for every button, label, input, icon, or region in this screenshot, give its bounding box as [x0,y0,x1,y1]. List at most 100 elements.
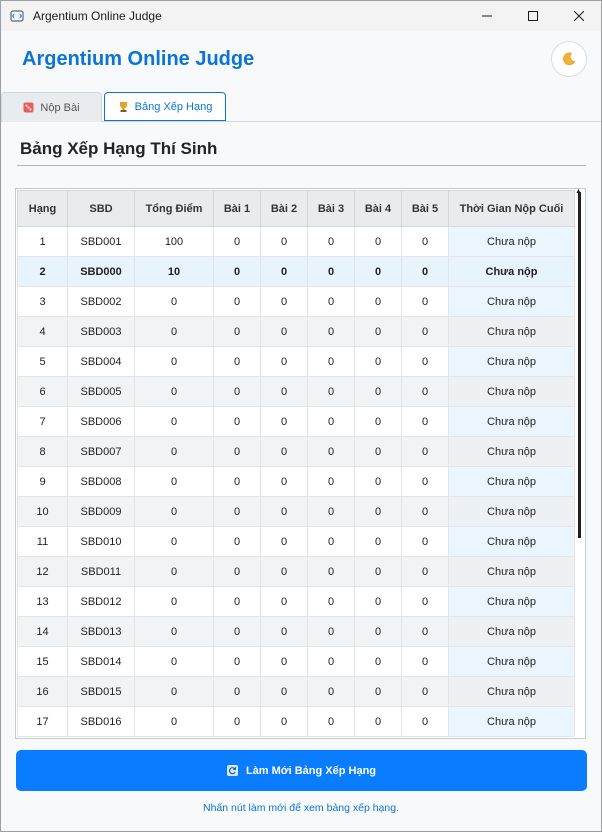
column-header[interactable]: Bài 4 [354,190,402,227]
table-row[interactable]: 12 SBD011 0 0 0 0 0 0 Chưa nộp [17,556,575,587]
table-row[interactable]: 5 SBD004 0 0 0 0 0 0 Chưa nộp [17,346,575,377]
table-cell: 0 [213,346,261,377]
table-row[interactable]: 8 SBD007 0 0 0 0 0 0 Chưa nộp [17,436,575,467]
table-cell: 17 [17,706,68,737]
table-row[interactable]: 7 SBD006 0 0 0 0 0 0 Chưa nộp [17,406,575,437]
theme-toggle-button[interactable] [551,41,587,77]
table-cell: 0 [134,436,214,467]
table-cell: SBD013 [67,616,135,647]
table-cell: 0 [307,376,355,407]
table-cell: 0 [213,436,261,467]
table-cell: Chưa nộp [448,706,575,737]
table-cell: Chưa nộp [448,526,575,557]
table-row[interactable]: 6 SBD005 0 0 0 0 0 0 Chưa nộp [17,376,575,407]
dice-icon [23,102,34,113]
table-row[interactable]: 16 SBD015 0 0 0 0 0 0 Chưa nộp [17,676,575,707]
table-cell: 0 [307,316,355,347]
hint-text: Nhấn nút làm mới để xem bảng xếp hạng. [203,802,399,814]
table-cell: SBD008 [67,466,135,497]
leaderboard-table-container[interactable]: Hạng SBD Tổng Điểm Bài 1 Bài 2 Bài 3 Bài 4 Bài … [15,188,586,739]
table-cell: 0 [401,496,449,527]
table-cell: 0 [134,556,214,587]
minimize-button[interactable] [464,0,510,31]
table-cell: 0 [307,706,355,737]
table-cell: 0 [134,286,214,317]
close-icon [574,10,584,21]
maximize-button[interactable] [510,0,556,31]
table-row[interactable]: 9 SBD008 0 0 0 0 0 0 Chưa nộp [17,466,575,497]
window-titlebar: Argentium Online Judge [0,0,602,31]
refresh-button-label: Làm Mới Bảng Xếp Hạng [245,764,377,777]
table-cell: 0 [307,646,355,677]
table-cell: 0 [354,616,402,647]
table-cell: Chưa nộp [448,586,575,617]
column-header[interactable]: Hạng [17,190,68,227]
table-scrollbar[interactable]: ▲ [573,188,587,541]
table-cell: Chưa nộp [448,226,575,257]
maximize-icon [528,10,538,21]
table-cell: 5 [17,346,68,377]
column-header[interactable]: Bài 1 [213,190,261,227]
table-cell: 0 [260,556,308,587]
table-row[interactable]: 10 SBD009 0 0 0 0 0 0 Chưa nộp [17,496,575,527]
table-cell: 0 [401,286,449,317]
table-cell: 0 [401,316,449,347]
table-cell: 0 [354,256,402,287]
table-cell: 0 [134,706,214,737]
minimize-icon [482,15,492,16]
table-cell: 9 [17,466,68,497]
table-cell: SBD016 [67,706,135,737]
leaderboard-table: Hạng SBD Tổng Điểm Bài 1 Bài 2 Bài 3 Bài 4 Bài … [17,190,575,737]
table-cell: SBD002 [67,286,135,317]
table-cell: 0 [213,616,261,647]
close-button[interactable] [556,0,602,31]
table-row[interactable]: 2 SBD000 10 0 0 0 0 0 Chưa nộp [17,256,575,287]
table-cell: 0 [307,286,355,317]
app-icon [9,8,25,24]
table-row[interactable]: 11 SBD010 0 0 0 0 0 0 Chưa nộp [17,526,575,557]
table-cell: 0 [260,316,308,347]
tab-submit[interactable]: Nộp Bài [1,92,102,122]
table-cell: SBD006 [67,406,135,437]
column-header[interactable]: Bài 2 [260,190,308,227]
table-cell: 13 [17,586,68,617]
table-cell: 8 [17,436,68,467]
table-cell: SBD005 [67,376,135,407]
table-row[interactable]: 1 SBD001 100 0 0 0 0 0 Chưa nộp [17,226,575,257]
table-cell: Chưa nộp [448,496,575,527]
refresh-leaderboard-button[interactable]: Làm Mới Bảng Xếp Hạng [16,750,587,791]
tab-leaderboard-label: Bảng Xếp Hạng [134,100,213,113]
scrollbar-thumb[interactable] [578,192,581,538]
table-cell: 0 [213,526,261,557]
column-header[interactable]: Tổng Điểm [134,190,214,227]
table-cell: Chưa nộp [448,316,575,347]
table-cell: 0 [260,676,308,707]
table-cell: 0 [307,466,355,497]
table-cell: 0 [213,646,261,677]
table-row[interactable]: 13 SBD012 0 0 0 0 0 0 Chưa nộp [17,586,575,617]
table-cell: 0 [213,676,261,707]
table-cell: 0 [213,466,261,497]
table-cell: 0 [354,556,402,587]
column-header[interactable]: SBD [67,190,135,227]
table-cell: 0 [401,556,449,587]
tab-leaderboard[interactable]: Bảng Xếp Hạng [104,92,226,121]
table-cell: 0 [401,226,449,257]
table-row[interactable]: 17 SBD016 0 0 0 0 0 0 Chưa nộp [17,706,575,737]
column-header[interactable]: Bài 5 [401,190,449,227]
table-row[interactable]: 14 SBD013 0 0 0 0 0 0 Chưa nộp [17,616,575,647]
column-header[interactable]: Bài 3 [307,190,355,227]
table-cell: 0 [354,466,402,497]
table-cell: SBD003 [67,316,135,347]
table-cell: 0 [354,706,402,737]
table-cell: 4 [17,316,68,347]
column-header[interactable]: Thời Gian Nộp Cuối [448,190,575,227]
table-row[interactable]: 4 SBD003 0 0 0 0 0 0 Chưa nộp [17,316,575,347]
table-cell: SBD007 [67,436,135,467]
table-cell: 0 [307,226,355,257]
table-row[interactable]: 15 SBD014 0 0 0 0 0 0 Chưa nộp [17,646,575,677]
table-cell: 0 [354,676,402,707]
table-row[interactable]: 3 SBD002 0 0 0 0 0 0 Chưa nộp [17,286,575,317]
table-cell: 11 [17,526,68,557]
app-content: Argentium Online Judge Nộp Bài Bảng Xếp … [1,31,601,831]
